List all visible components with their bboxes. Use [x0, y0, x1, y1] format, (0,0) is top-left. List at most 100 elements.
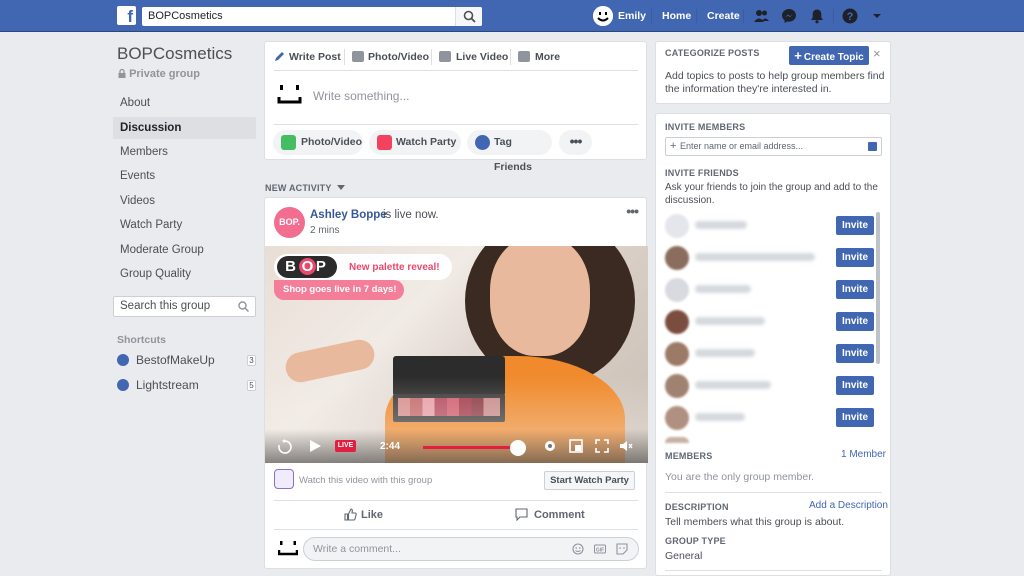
tab-photo-video[interactable]: Photo/Video: [352, 50, 429, 64]
settings-gear-icon[interactable]: [543, 439, 557, 453]
shortcut-item[interactable]: BestofMakeUp 3: [117, 350, 256, 370]
more-options-button[interactable]: •••: [559, 130, 592, 155]
post-options-icon[interactable]: •••: [626, 203, 639, 219]
rewind-10-icon[interactable]: [277, 439, 293, 455]
emoji-icon[interactable]: [572, 543, 584, 555]
play-icon[interactable]: [308, 439, 322, 453]
group-title[interactable]: BOPCosmetics: [117, 44, 232, 64]
photo-video-button[interactable]: Photo/Video: [273, 130, 363, 155]
create-topic-button[interactable]: + Create Topic: [789, 46, 869, 65]
invite-button[interactable]: Invite: [836, 344, 874, 363]
picture-in-picture-icon[interactable]: [569, 439, 583, 453]
tab-more[interactable]: More: [518, 50, 560, 64]
invite-input-placeholder: Enter name or email address...: [680, 141, 804, 151]
invite-button[interactable]: Invite: [836, 312, 874, 331]
watch-party-button[interactable]: Watch Party: [369, 130, 461, 155]
friend-name-blurred[interactable]: [695, 253, 815, 261]
composer-input[interactable]: Write something...: [313, 89, 409, 103]
fullscreen-icon[interactable]: [595, 439, 609, 453]
feed-sort-dropdown[interactable]: NEW ACTIVITY: [265, 183, 346, 193]
members-heading: MEMBERS: [665, 451, 713, 461]
group-search-input[interactable]: Search this group: [113, 296, 256, 317]
author-avatar[interactable]: BOP.: [274, 207, 305, 238]
post-status-text: is live now.: [383, 209, 439, 221]
invite-members-heading: INVITE MEMBERS: [665, 122, 746, 132]
add-description-link[interactable]: Add a Description: [809, 500, 888, 511]
invite-button[interactable]: Invite: [836, 216, 874, 235]
start-watch-party-button[interactable]: Start Watch Party: [544, 471, 635, 490]
invite-button[interactable]: Invite: [836, 376, 874, 395]
friend-name-blurred[interactable]: [695, 381, 771, 389]
nav-item-watch-party[interactable]: Watch Party: [113, 214, 256, 236]
user-avatar[interactable]: [593, 6, 613, 26]
friend-name-blurred[interactable]: [695, 317, 765, 325]
invite-button[interactable]: Invite: [836, 408, 874, 427]
group-search-placeholder: Search this group: [120, 300, 211, 312]
gif-icon[interactable]: GIF: [594, 543, 606, 555]
invite-friend-row: Invite: [665, 405, 875, 431]
svg-text:?: ?: [847, 11, 854, 23]
invite-button[interactable]: Invite: [836, 280, 874, 299]
video-controls: LIVE 2:44: [265, 429, 648, 463]
comment-bubble-icon: [515, 508, 528, 521]
friend-avatar[interactable]: [665, 246, 689, 270]
friend-requests-icon[interactable]: [753, 8, 769, 24]
shortcuts-heading: Shortcuts: [117, 334, 167, 346]
messenger-icon[interactable]: [781, 8, 797, 24]
pill-label: Watch Party: [396, 136, 457, 148]
friend-avatar[interactable]: [665, 406, 689, 430]
bop-logo: BOP: [277, 256, 337, 278]
nav-item-discussion[interactable]: Discussion: [113, 117, 256, 139]
post-timestamp[interactable]: 2 mins: [310, 225, 339, 236]
nav-item-events[interactable]: Events: [113, 165, 256, 187]
search-input[interactable]: BOPCosmetics: [142, 7, 482, 26]
friend-avatar[interactable]: [665, 374, 689, 398]
author-name-link[interactable]: Ashley Boppe: [310, 209, 387, 221]
friend-avatar[interactable]: [665, 278, 689, 302]
group-icon: [117, 379, 129, 391]
create-topic-label: Create Topic: [803, 52, 864, 63]
friends-scrollbar[interactable]: [876, 212, 880, 364]
tag-friends-button[interactable]: Tag Friends: [467, 130, 552, 173]
create-link[interactable]: Create: [707, 10, 740, 22]
close-icon[interactable]: ×: [873, 46, 881, 61]
friend-name-blurred[interactable]: [695, 349, 755, 357]
help-icon[interactable]: ?: [842, 8, 858, 24]
search-button[interactable]: [455, 7, 482, 26]
comment-input[interactable]: Write a comment... GIF: [303, 537, 639, 561]
tab-live-video[interactable]: Live Video: [439, 50, 508, 64]
nav-item-group-quality[interactable]: Group Quality: [113, 263, 256, 285]
nav-item-videos[interactable]: Videos: [113, 190, 256, 212]
friend-avatar[interactable]: [665, 214, 689, 238]
live-video-player[interactable]: BOP New palette reveal! Shop goes live i…: [265, 246, 648, 463]
divider: [431, 49, 432, 65]
invite-friend-row: Invite: [665, 309, 875, 335]
video-progress-knob[interactable]: [510, 440, 526, 456]
sticker-icon[interactable]: [616, 543, 628, 555]
comment-button[interactable]: Comment: [515, 507, 585, 523]
tab-write-post[interactable]: Write Post: [274, 50, 341, 64]
address-book-icon[interactable]: [868, 142, 877, 151]
mute-icon[interactable]: [619, 439, 633, 453]
friend-avatar[interactable]: [665, 310, 689, 334]
shortcut-item[interactable]: Lightstream 5: [117, 375, 256, 395]
friend-name-blurred[interactable]: [695, 221, 747, 229]
friend-name-blurred[interactable]: [695, 285, 751, 293]
members-count-link[interactable]: 1 Member: [841, 449, 886, 460]
nav-item-moderate-group[interactable]: Moderate Group: [113, 239, 256, 261]
facebook-logo-icon[interactable]: f: [117, 6, 136, 25]
invite-members-input[interactable]: + Enter name or email address...: [665, 137, 882, 156]
video-progress-bar[interactable]: [423, 446, 518, 449]
home-link[interactable]: Home: [662, 10, 691, 22]
invite-button[interactable]: Invite: [836, 248, 874, 267]
account-menu-chevron-icon[interactable]: [871, 10, 883, 22]
notifications-bell-icon[interactable]: [809, 8, 825, 24]
nav-item-members[interactable]: Members: [113, 141, 256, 163]
friend-name-blurred[interactable]: [695, 413, 745, 421]
friend-avatar[interactable]: [665, 342, 689, 366]
nav-item-about[interactable]: About: [113, 92, 256, 114]
categorize-heading: CATEGORIZE POSTS: [665, 48, 760, 58]
video-time: 2:44: [380, 441, 401, 452]
user-name-link[interactable]: Emily: [618, 10, 646, 22]
like-button[interactable]: Like: [344, 507, 383, 523]
